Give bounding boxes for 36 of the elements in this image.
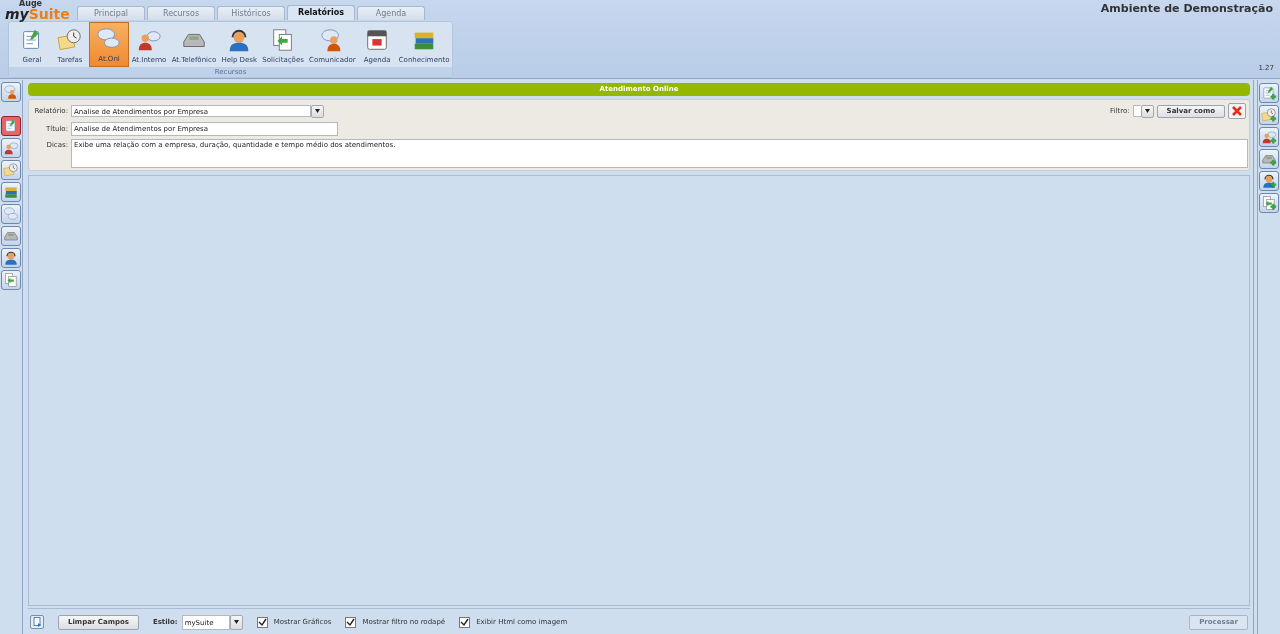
sidebar-button[interactable] [1,138,21,158]
tab[interactable]: Agenda [357,6,425,20]
tab[interactable]: Recursos [147,6,215,20]
caret-icon [1144,109,1150,113]
checkbox[interactable] [459,616,471,628]
tab[interactable]: Relatórios [287,5,355,20]
clock-icon [3,162,19,178]
logo: Auge mySuite [5,0,69,20]
environment-title: Ambiente de Demonstração [1100,2,1273,15]
books-icon [3,184,19,200]
close-icon [1232,106,1242,116]
sidebar-button[interactable] [1,82,21,102]
tab[interactable]: Históricos [217,6,285,20]
people-icon [3,140,19,156]
person-icon [3,84,19,100]
clock-icon [57,27,83,53]
caret-icon [315,109,320,113]
caret-icon [233,620,239,624]
headset-icon [3,250,19,266]
checkbox[interactable] [256,616,268,628]
export-button[interactable] [30,615,44,629]
document-icon [32,617,42,627]
sidebar-button[interactable] [1,270,21,290]
sidebar-button[interactable] [1,248,21,268]
checkbox[interactable] [345,616,357,628]
tab[interactable]: Principal [77,6,145,20]
documents-icon [3,272,19,288]
chat-bubbles-icon [3,206,19,222]
filter-field[interactable] [1132,105,1141,117]
delete-button[interactable] [1228,103,1246,119]
sidebar-button[interactable] [1,204,21,224]
dropdown-button[interactable] [311,104,324,118]
sidebar-button[interactable] [1,160,21,180]
notepad-icon [3,118,19,134]
sidebar-button[interactable] [1,116,21,136]
sidebar-button[interactable] [1,182,21,202]
